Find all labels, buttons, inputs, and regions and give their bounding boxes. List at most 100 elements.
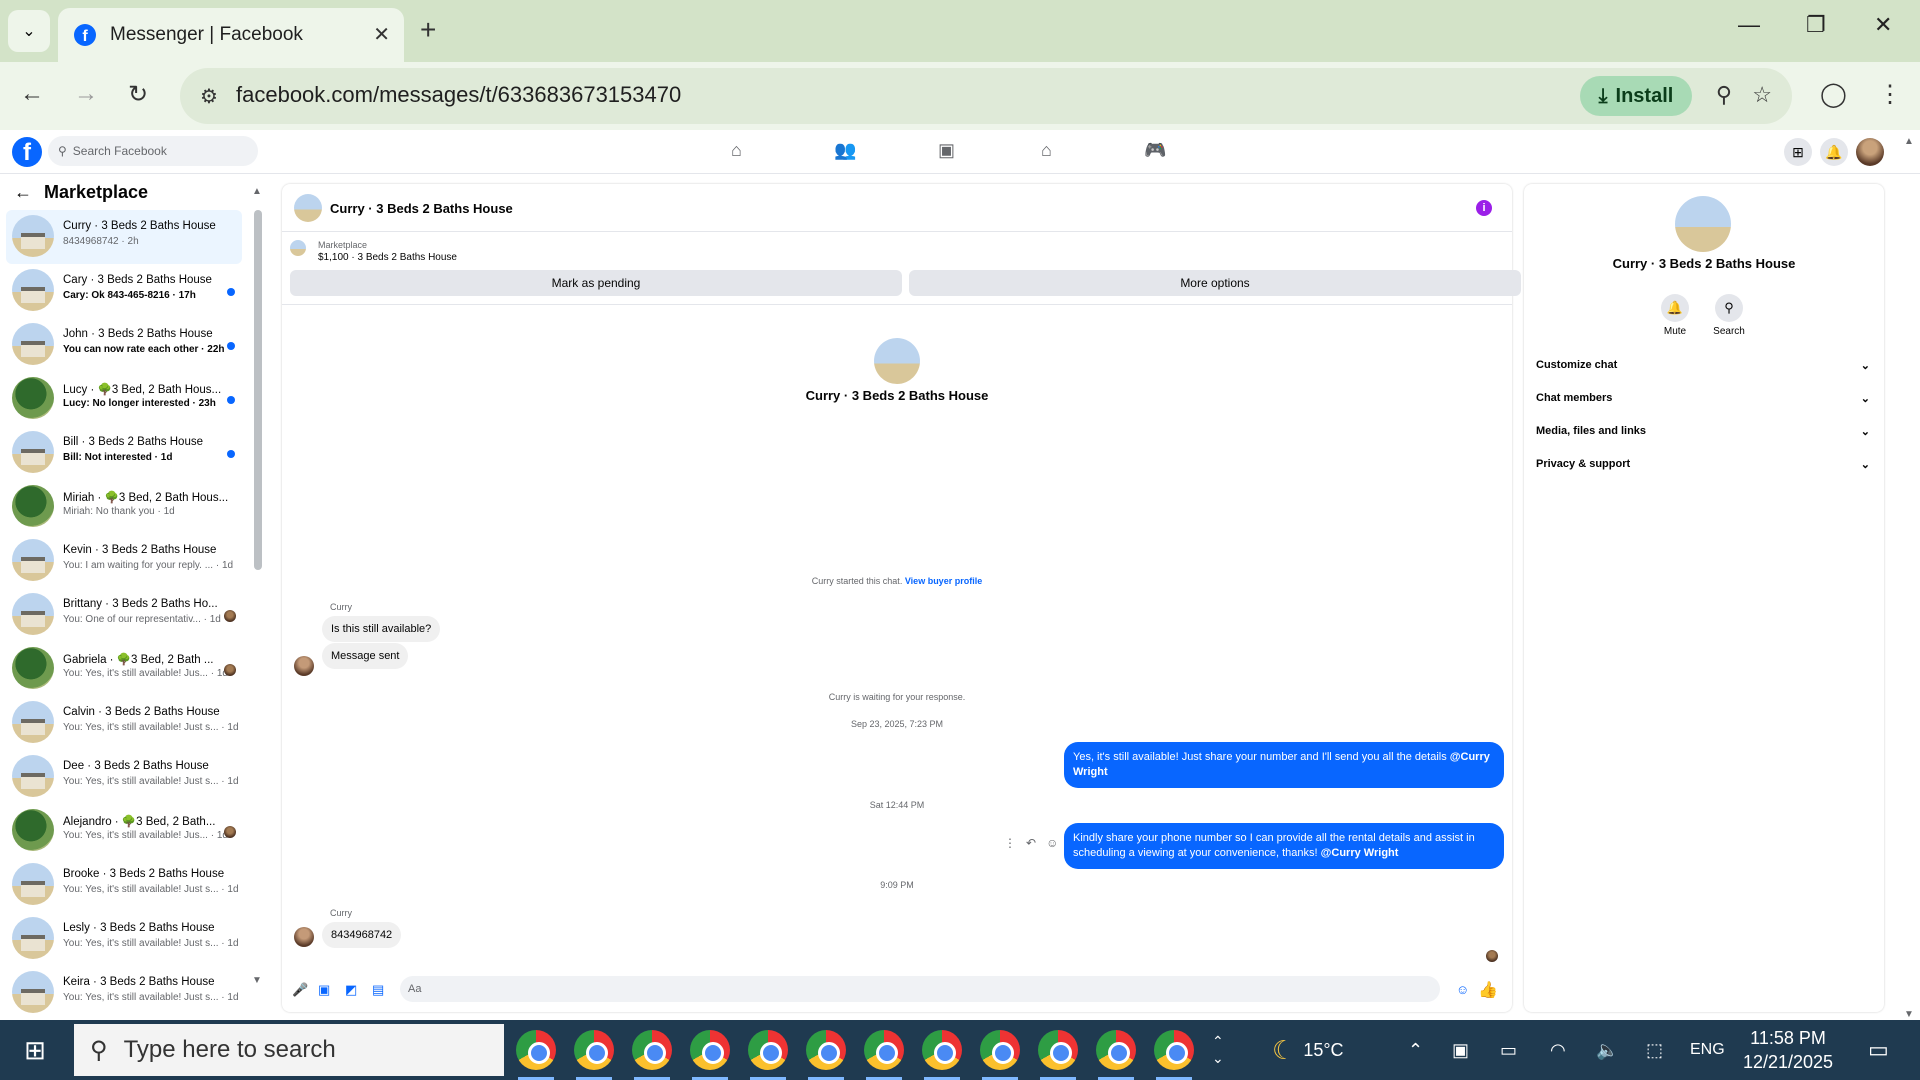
tab-close-icon[interactable]: ✕	[373, 22, 390, 47]
conversation-item[interactable]: Miriah · 🌳3 Bed, 2 Bath Hous... Miriah: N…	[6, 480, 242, 534]
notifications-bell-icon[interactable]: 🔔	[1820, 138, 1848, 166]
install-app-button[interactable]: ⤓ Install	[1580, 76, 1692, 116]
restore-button[interactable]: ❐	[1806, 12, 1826, 38]
battery-icon[interactable]: ▭	[1500, 1020, 1517, 1080]
conversation-item[interactable]: Alejandro · 🌳3 Bed, 2 Bath... You: Yes, i…	[6, 804, 242, 858]
conversation-item[interactable]: Keira · 3 Beds 2 Baths House You: Yes, it…	[6, 966, 242, 1020]
info-section-row[interactable]: Chat members ⌄	[1536, 383, 1870, 413]
notifications-icon[interactable]: ▭	[1868, 1020, 1889, 1080]
conversation-item[interactable]: Bill · 3 Beds 2 Baths House Bill: Not int…	[6, 426, 242, 480]
account-avatar[interactable]	[1856, 138, 1884, 166]
friends-icon[interactable]: 👥	[834, 140, 856, 161]
weather-widget[interactable]: ☾ 15°C	[1272, 1020, 1344, 1080]
reply-icon[interactable]: ↶	[1026, 836, 1036, 850]
conversation-item[interactable]: Kevin · 3 Beds 2 Baths House You: I am wa…	[6, 534, 242, 588]
scrollbar-thumb[interactable]	[254, 210, 262, 570]
chrome-taskbar-icon[interactable]	[1038, 1030, 1078, 1080]
chrome-taskbar-icon[interactable]	[864, 1030, 904, 1080]
meet-now-icon[interactable]: ▣	[1452, 1020, 1469, 1080]
conversation-item[interactable]: Cary · 3 Beds 2 Baths House Cary: Ok 843-…	[6, 264, 242, 318]
conversation-item[interactable]: John · 3 Beds 2 Baths House You can now r…	[6, 318, 242, 372]
chrome-taskbar-icon[interactable]	[690, 1030, 730, 1080]
volume-icon[interactable]: 🔈	[1596, 1020, 1618, 1080]
chrome-taskbar-icon[interactable]	[806, 1030, 846, 1080]
page-scrollbar[interactable]: ▲ ▼	[1898, 130, 1920, 1020]
conversation-item[interactable]: Gabriela · 🌳3 Bed, 2 Bath ... You: Yes, i…	[6, 642, 242, 696]
scroll-up-icon[interactable]: ▲	[1904, 136, 1914, 147]
photo-icon[interactable]: ▣	[318, 982, 330, 998]
address-bar[interactable]: ⚙ facebook.com/messages/t/63368367315347…	[180, 68, 1792, 124]
taskbar-search-input[interactable]: ⚲ Type here to search	[74, 1024, 504, 1076]
back-arrow-icon[interactable]: ←	[14, 182, 32, 203]
info-icon[interactable]: i	[1476, 200, 1492, 216]
chrome-taskbar-icon[interactable]	[980, 1030, 1020, 1080]
gaming-icon[interactable]: 🎮	[1144, 140, 1166, 161]
sender-avatar[interactable]	[294, 656, 314, 676]
conversation-item[interactable]: Curry · 3 Beds 2 Baths House 8434968742 ·…	[6, 210, 242, 264]
minimize-button[interactable]: —	[1738, 12, 1760, 38]
more-icon[interactable]: ⋮	[1004, 836, 1016, 850]
microphone-icon[interactable]: 🎤	[292, 982, 308, 998]
incoming-message[interactable]: Message sent	[322, 643, 409, 669]
info-section-row[interactable]: Privacy & support ⌄	[1536, 449, 1870, 479]
gif-icon[interactable]: ▤	[372, 982, 384, 998]
sender-avatar[interactable]	[294, 927, 314, 947]
search-in-chat-button[interactable]: ⚲ Search	[1704, 294, 1754, 337]
conversation-item[interactable]: Lesly · 3 Beds 2 Baths House You: Yes, it…	[6, 912, 242, 966]
video-icon[interactable]: ▣	[938, 140, 955, 161]
bookmark-star-icon[interactable]: ☆	[1752, 82, 1772, 108]
like-thumb-icon[interactable]: 👍	[1478, 980, 1498, 1000]
mention[interactable]: @Curry Wright	[1321, 847, 1399, 859]
zoom-icon[interactable]: ⚲	[1716, 82, 1732, 108]
outgoing-message[interactable]: Yes, it's still available! Just share yo…	[1064, 742, 1504, 788]
close-window-button[interactable]: ✕	[1874, 12, 1892, 38]
message-input[interactable]: Aa	[400, 976, 1440, 1002]
back-button[interactable]: ←	[20, 80, 44, 108]
url-text[interactable]: facebook.com/messages/t/633683673153470	[236, 82, 681, 108]
conversation-item[interactable]: Calvin · 3 Beds 2 Baths House You: Yes, i…	[6, 696, 242, 750]
view-buyer-profile-link[interactable]: View buyer profile	[905, 576, 982, 586]
conversation-item[interactable]: Brittany · 3 Beds 2 Baths Ho... You: One …	[6, 588, 242, 642]
react-icon[interactable]: ☺	[1046, 836, 1058, 850]
sidebar-scrollbar[interactable]: ▲ ▼	[252, 186, 264, 986]
incoming-message[interactable]: Is this still available?	[322, 616, 441, 642]
browser-tab-messenger[interactable]: f Messenger | Facebook ✕	[58, 8, 404, 62]
sticker-icon[interactable]: ◩	[345, 982, 357, 998]
marketplace-icon[interactable]: ⌂	[1041, 140, 1052, 161]
more-options-button[interactable]: More options	[909, 270, 1521, 296]
outgoing-message[interactable]: Kindly share your phone number so I can …	[1064, 823, 1504, 869]
incoming-message[interactable]: 8434968742	[322, 922, 402, 948]
facebook-search-input[interactable]: ⚲ Search Facebook	[48, 136, 258, 166]
conversation-item[interactable]: Lucy · 🌳3 Bed, 2 Bath Hous... Lucy: No lo…	[6, 372, 242, 426]
chrome-taskbar-icon[interactable]	[632, 1030, 672, 1080]
taskbar-clock[interactable]: 11:58 PM 12/21/2025	[1728, 1026, 1848, 1074]
taskbar-scroll-arrows[interactable]: ⌃ ⌄	[1212, 1020, 1224, 1080]
scroll-up-icon[interactable]: ▲	[252, 186, 262, 197]
info-section-row[interactable]: Customize chat ⌄	[1536, 350, 1870, 380]
mark-as-pending-button[interactable]: Mark as pending	[290, 270, 902, 296]
windows-start-icon[interactable]: ⊞	[0, 1020, 70, 1080]
new-tab-button[interactable]: +	[420, 14, 436, 46]
forward-button[interactable]: →	[74, 80, 98, 108]
camera-icon[interactable]: ⬚	[1646, 1020, 1663, 1080]
conversation-item[interactable]: Dee · 3 Beds 2 Baths House You: Yes, it's…	[6, 750, 242, 804]
profile-icon[interactable]: ◯	[1820, 80, 1847, 109]
site-info-icon[interactable]: ⚙	[200, 84, 218, 109]
profile-avatar[interactable]	[874, 338, 920, 384]
chat-avatar[interactable]	[294, 194, 322, 222]
chrome-taskbar-icon[interactable]	[1096, 1030, 1136, 1080]
chrome-taskbar-icon[interactable]	[574, 1030, 614, 1080]
language-indicator[interactable]: ENG	[1690, 1020, 1725, 1080]
info-avatar[interactable]	[1675, 196, 1731, 252]
scroll-down-icon[interactable]: ▼	[1904, 1009, 1914, 1020]
reload-button[interactable]: ↻	[128, 80, 148, 109]
conversation-item[interactable]: Brooke · 3 Beds 2 Baths House You: Yes, i…	[6, 858, 242, 912]
facebook-logo-icon[interactable]: f	[12, 137, 42, 167]
browser-menu-icon[interactable]: ⋮	[1878, 80, 1902, 109]
home-icon[interactable]: ⌂	[731, 140, 742, 161]
chat-title[interactable]: Curry · 3 Beds 2 Baths House	[330, 201, 513, 216]
show-hidden-icons-icon[interactable]: ⌃	[1408, 1020, 1423, 1080]
menu-grid-icon[interactable]: ⊞	[1784, 138, 1812, 166]
wifi-icon[interactable]: ◠	[1550, 1020, 1566, 1080]
emoji-icon[interactable]: ☺	[1456, 982, 1469, 997]
